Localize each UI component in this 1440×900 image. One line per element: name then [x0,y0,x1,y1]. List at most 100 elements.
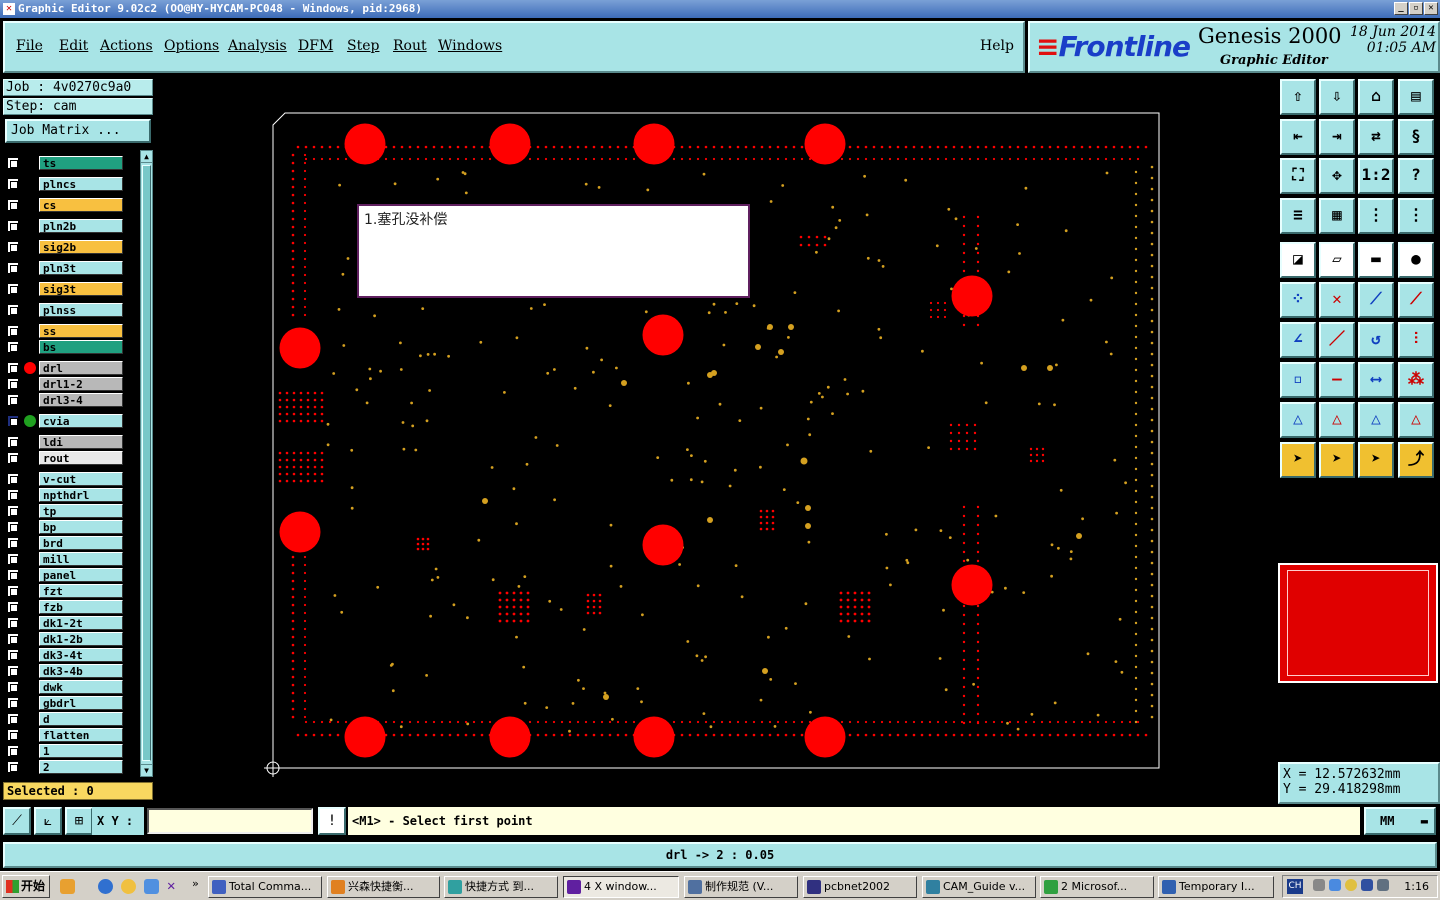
layer-row-cvia[interactable]: cvia [5,414,125,428]
layer-row-pln2b[interactable]: pln2b [5,219,125,233]
clock-app-icon[interactable] [121,879,136,894]
cross-icon[interactable]: ✕ [1319,282,1355,318]
layer-checkbox[interactable] [7,473,19,485]
select-alt-icon[interactable]: ➤ [1358,442,1394,478]
taskbar-item[interactable]: 2 Microsof... [1040,876,1154,898]
x-window-icon[interactable]: ✕ [167,879,182,894]
layer-checkbox[interactable] [7,220,19,232]
snap-icon[interactable]: ⟋ [3,807,31,835]
layer-checkbox[interactable] [7,649,19,661]
dot-icon[interactable]: ● [1398,242,1434,278]
overview-map[interactable] [1278,563,1438,683]
layer-row-drl3-4[interactable]: drl3-4 [5,393,125,407]
move-left-icon[interactable]: ⇤ [1280,119,1316,155]
layer-name[interactable]: v-cut [39,472,123,486]
layer-row-tp[interactable]: tp [5,504,125,518]
layer-name[interactable]: gbdrl [39,696,123,710]
pcb-board-view[interactable]: 1.塞孔没补偿 [158,77,1276,803]
layer-row-drl1-2[interactable]: drl1-2 [5,377,125,391]
cluster-icon[interactable]: ⁂ [1398,362,1434,398]
layer-row-dk3-4b[interactable]: dk3-4b [5,664,125,678]
layer-row-1[interactable]: 1 [5,744,125,758]
layer-checkbox[interactable] [7,304,19,316]
units-select[interactable]: MM ▬ [1364,807,1436,835]
node-icon[interactable]: ⁘ [1280,282,1316,318]
layer-name[interactable]: tp [39,504,123,518]
network-icon[interactable] [1361,879,1373,891]
layer-name[interactable]: plnss [39,303,123,317]
layer-checkbox[interactable] [7,729,19,741]
layer-row-panel[interactable]: panel [5,568,125,582]
taskbar-item[interactable]: 4 X window... [563,876,679,898]
layer-checkbox[interactable] [7,713,19,725]
start-button[interactable]: 开始 [2,875,50,898]
job-matrix-button[interactable]: Job Matrix ... [5,119,151,143]
select-path-icon[interactable]: ⤴ [1398,442,1434,478]
layer-checkbox[interactable] [7,394,19,406]
layer-name[interactable]: dk1-2t [39,616,123,630]
feature-alt-icon[interactable]: ⋮ [1398,198,1434,234]
list-icon[interactable]: ≡ [1280,198,1316,234]
taskbar-item[interactable]: Total Comma... [208,876,322,898]
home-icon[interactable]: ⌂ [1358,79,1394,115]
layer-checkbox[interactable] [7,553,19,565]
layer-name[interactable]: bp [39,520,123,534]
layer-name[interactable]: flatten [39,728,123,742]
layer-name[interactable]: drl [39,361,123,375]
layer-name[interactable]: fzt [39,584,123,598]
layer-row-npthdrl[interactable]: npthdrl [5,488,125,502]
layer-name[interactable]: ldi [39,435,123,449]
select-icon[interactable]: ➤ [1280,442,1316,478]
layer-name[interactable]: ts [39,156,123,170]
layer-row-dk1-2t[interactable]: dk1-2t [5,616,125,630]
layer-row-sig3t[interactable]: sig3t [5,282,125,296]
fit-icon[interactable]: ⛶ [1280,158,1316,194]
layer-row-brd[interactable]: brd [5,536,125,550]
layer-name[interactable]: dwk [39,680,123,694]
layers-view-icon[interactable]: ▤ [1398,79,1434,115]
taskbar-item[interactable]: 兴森快捷衡... [327,876,440,898]
select-box-icon[interactable]: ➤ [1319,442,1355,478]
layer-row-2[interactable]: 2 [5,760,125,774]
graphic-canvas[interactable]: 1.塞孔没补偿 [158,77,1276,803]
layer-name[interactable]: pln2b [39,219,123,233]
menu-analysis[interactable]: Analysis [228,38,287,54]
layer-row-dk1-2b[interactable]: dk1-2b [5,632,125,646]
layer-checkbox[interactable] [7,505,19,517]
quicklaunch-icon-1[interactable] [60,879,75,894]
menu-windows[interactable]: Windows [438,38,502,54]
menu-help[interactable]: Help [980,38,1014,54]
layer-name[interactable]: brd [39,536,123,550]
scroll-thumb[interactable] [142,165,151,761]
menu-dfm[interactable]: DFM [298,38,333,54]
chevron-icon[interactable]: » [192,877,199,890]
layer-name[interactable]: drl3-4 [39,393,123,407]
taskbar-item[interactable]: Temporary I... [1158,876,1274,898]
layer-name[interactable]: dk3-4t [39,648,123,662]
layer-checkbox[interactable] [7,617,19,629]
restore-button[interactable]: ▫ [1409,2,1423,15]
move-right-icon[interactable]: ⇥ [1319,119,1355,155]
taskbar-item[interactable]: 快捷方式 到... [444,876,558,898]
layer-name[interactable]: d [39,712,123,726]
square-pad-icon[interactable]: ▫ [1280,362,1316,398]
tray-icon-3[interactable] [1345,879,1357,891]
layer-checkbox[interactable] [7,569,19,581]
layer-row-dwk[interactable]: dwk [5,680,125,694]
layer-row-gbdrl[interactable]: gbdrl [5,696,125,710]
dash-icon[interactable]: — [1319,362,1355,398]
layer-checkbox[interactable] [7,601,19,613]
layer-row-cs[interactable]: cs [5,198,125,212]
tray-icon-1[interactable] [1313,879,1325,891]
layer-row-plncs[interactable]: plncs [5,177,125,191]
connect-icon[interactable]: ⟋ [1358,282,1394,318]
layer-name[interactable]: mill [39,552,123,566]
layer-row-v-cut[interactable]: v-cut [5,472,125,486]
split-icon[interactable]: ⫶ [1398,322,1434,358]
ie-icon[interactable] [98,879,113,894]
quicklaunch-icon-4[interactable] [144,879,159,894]
layer-checkbox[interactable] [7,761,19,773]
layer-row-ss[interactable]: ss [5,324,125,338]
menu-options[interactable]: Options [164,38,219,54]
layer-name[interactable]: cs [39,198,123,212]
